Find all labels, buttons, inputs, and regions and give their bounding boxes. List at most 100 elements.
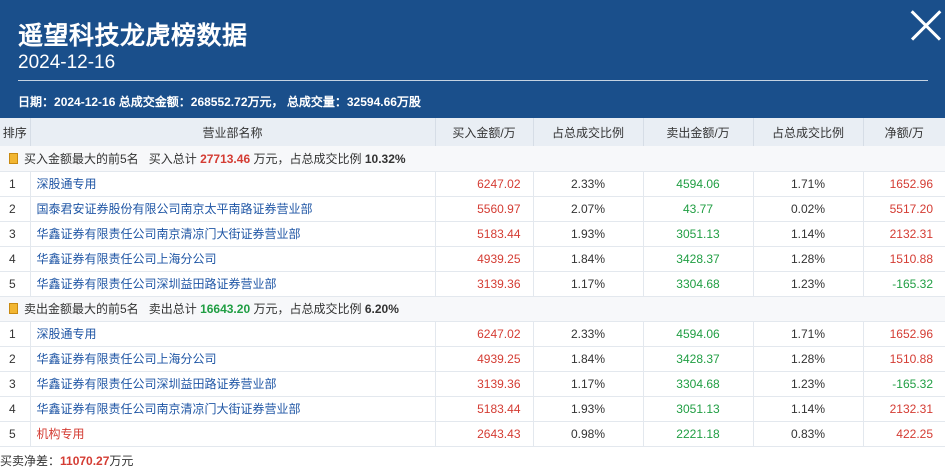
sell-section-label: 卖出金额最大的前5名 (24, 302, 139, 316)
buy-ratio: 1.17% (533, 271, 644, 297)
table-row: 5 机构专用 2643.43 0.98% 2221.18 0.83% 422.25 (0, 421, 945, 447)
sell-ratio: 1.28% (753, 246, 864, 272)
table-row: 4 华鑫证券有限责任公司上海分公司 4939.25 1.84% 3428.37 1.28%… (0, 246, 945, 272)
branch-name-link[interactable]: 深股通专用 (30, 171, 436, 197)
sell-amount: 3051.13 (643, 221, 754, 247)
sell-ratio: 1.23% (753, 371, 864, 397)
table-header-row: 排序 营业部名称 买入金额/万 占总成交比例 卖出金额/万 占总成交比例 净额/… (0, 118, 945, 146)
row-rank: 3 (0, 221, 31, 247)
sell-amount: 4594.06 (643, 171, 754, 197)
row-rank: 3 (0, 371, 31, 397)
dragon-tiger-table: 排序 营业部名称 买入金额/万 占总成交比例 卖出金额/万 占总成交比例 净额/… (0, 118, 945, 447)
net-difference-value: 11070.27 (60, 454, 110, 468)
buy-amount: 3139.36 (435, 271, 534, 297)
branch-name-link[interactable]: 华鑫证券有限责任公司南京清凉门大街证券营业部 (30, 396, 436, 422)
buy-section-label: 买入金额最大的前5名 (24, 151, 139, 166)
sell-ratio: 1.71% (753, 171, 864, 197)
branch-name-link[interactable]: 华鑫证券有限责任公司上海分公司 (30, 246, 436, 272)
page-date: 2024-12-16 (18, 52, 116, 73)
sell-ratio: 1.14% (753, 396, 864, 422)
table-row: 3 华鑫证券有限责任公司深圳益田路证券营业部 3139.36 1.17% 3304.68… (0, 371, 945, 397)
sell-amount: 4594.06 (643, 321, 754, 347)
branch-name-link[interactable]: 华鑫证券有限责任公司深圳益田路证券营业部 (30, 371, 436, 397)
buy-ratio: 10.32% (364, 151, 406, 166)
net-amount: 1652.96 (863, 171, 945, 197)
clipboard-icon (9, 152, 18, 164)
buy-total: 27713.46 (200, 151, 251, 166)
buy-amount: 5183.44 (435, 221, 534, 247)
row-rank: 5 (0, 271, 31, 297)
sell-ratio: 6.20% (364, 302, 399, 316)
sell-ratio: 0.02% (753, 196, 864, 222)
buy-ratio: 1.84% (533, 246, 644, 272)
net-amount: 1510.88 (863, 346, 945, 372)
net-amount: 422.25 (863, 421, 945, 447)
buy-amount: 6247.02 (435, 321, 534, 347)
summary-date: 2024-12-16 (54, 95, 116, 109)
sell-amount: 3428.37 (643, 246, 754, 272)
net-amount: 5517.20 (863, 196, 945, 222)
sell-amount: 43.77 (643, 196, 754, 222)
branch-name-link[interactable]: 深股通专用 (30, 321, 436, 347)
net-amount: 2132.31 (863, 221, 945, 247)
buy-amount: 5560.97 (435, 196, 534, 222)
buy-ratio: 1.84% (533, 346, 644, 372)
sell-rows: 1 深股通专用 6247.02 2.33% 4594.06 1.71% 1652.96 2 华鑫… (0, 321, 945, 447)
table-row: 5 华鑫证券有限责任公司深圳益田路证券营业部 3139.36 1.17% 3304.68… (0, 271, 945, 297)
sell-ratio: 1.23% (753, 271, 864, 297)
buy-amount: 6247.02 (435, 171, 534, 197)
buy-total-label: 买入总计 (148, 151, 197, 166)
sell-amount: 3304.68 (643, 271, 754, 297)
buy-ratio: 2.07% (533, 196, 644, 222)
sell-ratio: 1.28% (753, 346, 864, 372)
row-rank: 4 (0, 246, 31, 272)
summary-date-label: 日期： (18, 95, 55, 109)
branch-name-link[interactable]: 机构专用 (30, 421, 436, 447)
buy-ratio: 0.98% (533, 421, 644, 447)
buy-ratio-label: 占总成交比例 (289, 151, 362, 166)
buy-section-header: 买入金额最大的前5名 买入总计 27713.46 万元，占总成交比例 10.32… (0, 146, 945, 172)
col-branch-name: 营业部名称 (30, 118, 436, 146)
row-rank: 4 (0, 396, 31, 422)
buy-amount: 2643.43 (435, 421, 534, 447)
sell-ratio: 1.71% (753, 321, 864, 347)
table-row: 4 华鑫证券有限责任公司南京清凉门大街证券营业部 5183.44 1.93% 3051.… (0, 396, 945, 422)
close-icon[interactable] (905, 6, 943, 44)
branch-name-link[interactable]: 国泰君安证券股份有限公司南京太平南路证券营业部 (30, 196, 436, 222)
sell-ratio: 1.14% (753, 221, 864, 247)
sell-amount: 3428.37 (643, 346, 754, 372)
buy-amount: 3139.36 (435, 371, 534, 397)
sell-amount: 2221.18 (643, 421, 754, 447)
summary-amount-label: 总成交金额： (118, 95, 191, 109)
summary-volume-label: 总成交量： (286, 95, 347, 109)
buy-ratio: 2.33% (533, 171, 644, 197)
sell-total: 16643.20 (200, 302, 251, 316)
header-divider (18, 80, 928, 81)
col-rank: 排序 (0, 118, 31, 146)
table-row: 2 华鑫证券有限责任公司上海分公司 4939.25 1.84% 3428.37 1.28%… (0, 346, 945, 372)
sell-ratio-label: 占总成交比例 (289, 302, 362, 316)
net-difference-unit: 万元 (109, 454, 134, 468)
buy-total-unit: 万元， (253, 151, 290, 166)
buy-rows: 1 深股通专用 6247.02 2.33% 4594.06 1.71% 1652.96 2 国泰… (0, 171, 945, 297)
sell-section-header: 卖出金额最大的前5名 卖出总计 16643.20 万元，占总成交比例 6.20% (0, 296, 945, 322)
row-rank: 1 (0, 171, 31, 197)
branch-name-link[interactable]: 华鑫证券有限责任公司上海分公司 (30, 346, 436, 372)
net-difference-label: 买卖净差： (0, 454, 61, 468)
col-buy-ratio: 占总成交比例 (533, 118, 644, 146)
sell-total-unit: 万元， (253, 302, 290, 316)
buy-ratio: 1.93% (533, 221, 644, 247)
table-row: 3 华鑫证券有限责任公司南京清凉门大街证券营业部 5183.44 1.93% 3051.… (0, 221, 945, 247)
table-row: 1 深股通专用 6247.02 2.33% 4594.06 1.71% 1652.96 (0, 321, 945, 347)
net-amount: 2132.31 (863, 396, 945, 422)
branch-name-link[interactable]: 华鑫证券有限责任公司深圳益田路证券营业部 (30, 271, 436, 297)
buy-ratio: 1.17% (533, 371, 644, 397)
net-amount: -165.32 (863, 271, 945, 297)
net-amount: -165.32 (863, 371, 945, 397)
buy-ratio: 2.33% (533, 321, 644, 347)
branch-name-link[interactable]: 华鑫证券有限责任公司南京清凉门大街证券营业部 (30, 221, 436, 247)
row-rank: 2 (0, 346, 31, 372)
sell-ratio: 0.83% (753, 421, 864, 447)
col-buy-amount: 买入金额/万 (435, 118, 534, 146)
buy-ratio: 1.93% (533, 396, 644, 422)
